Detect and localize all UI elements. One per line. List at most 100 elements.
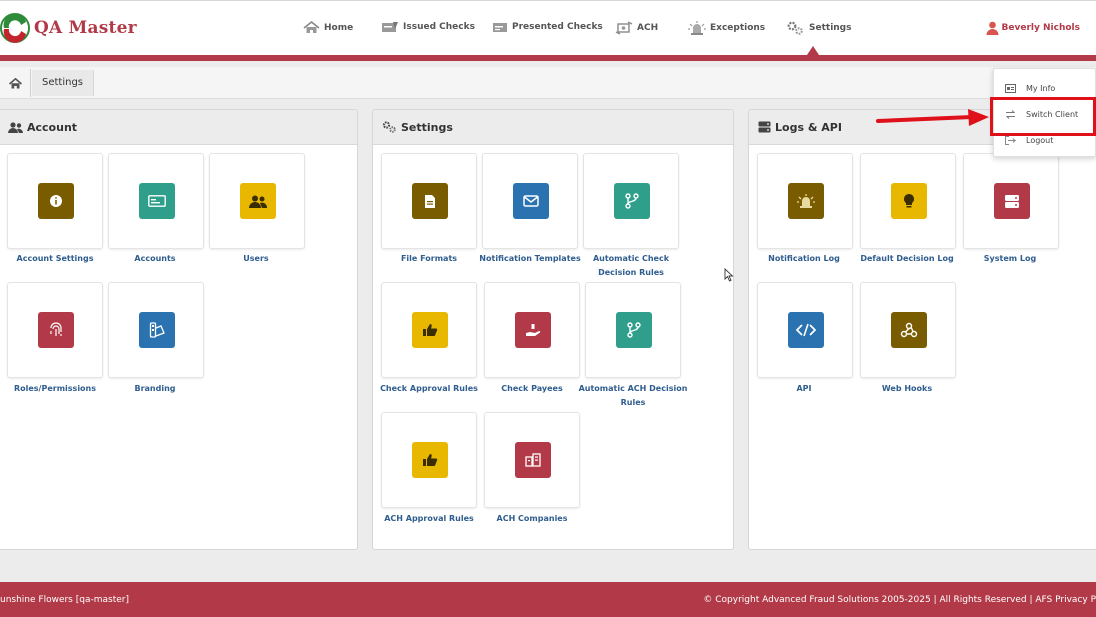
tile-default-decision-log-label[interactable]: Default Decision Log	[852, 252, 962, 266]
nav-exceptions[interactable]: Exceptions	[688, 21, 765, 35]
tile-file-formats[interactable]	[381, 153, 477, 249]
thumbs-up-icon	[412, 312, 448, 348]
nav-home[interactable]: Home	[303, 21, 353, 34]
alarm-icon	[788, 183, 824, 219]
card-icon	[139, 183, 175, 219]
logo[interactable]: QA Master	[0, 13, 137, 43]
nav-issued-checks-label: Issued Checks	[403, 22, 475, 32]
nav-exceptions-label: Exceptions	[710, 23, 766, 33]
tile-check-payees[interactable]	[484, 282, 580, 378]
mouse-cursor-icon	[724, 268, 734, 282]
tile-roles-permissions[interactable]	[7, 282, 103, 378]
tile-check-payees-label[interactable]: Check Payees	[477, 382, 587, 396]
gears-icon	[382, 121, 396, 133]
code-icon	[788, 312, 824, 348]
id-card-icon	[1005, 83, 1016, 93]
nav-ach[interactable]: ACH	[615, 21, 658, 35]
red-arrow-icon	[876, 109, 989, 126]
tile-roles-permissions-label[interactable]: Roles/Permissions	[0, 382, 110, 396]
user-menu[interactable]: Beverly Nichols	[986, 21, 1080, 35]
tile-notification-log[interactable]	[757, 153, 853, 249]
active-nav-indicator	[807, 46, 819, 55]
nav-presented-checks-label: Presented Checks	[512, 22, 603, 32]
tile-automatic-ach-decision-rules[interactable]	[585, 282, 681, 378]
gears-icon	[787, 21, 803, 35]
footer: unshine Flowers [qa-master] © Copyright …	[0, 582, 1096, 617]
users-icon	[8, 121, 23, 133]
tile-check-approval-rules[interactable]	[381, 282, 477, 378]
footer-client-info: unshine Flowers [qa-master]	[0, 595, 129, 605]
top-navbar: QA Master Home Issued Checks Presented C…	[0, 0, 1096, 55]
account-panel-header: Account	[0, 110, 357, 145]
app-name: QA Master	[34, 18, 137, 38]
tile-accounts[interactable]	[108, 153, 204, 249]
tile-ach-companies-label[interactable]: ACH Companies	[477, 512, 587, 526]
nav-settings[interactable]: Settings	[786, 21, 851, 35]
breadcrumb-home[interactable]	[0, 69, 30, 97]
nav-presented-checks[interactable]: Presented Checks	[492, 21, 603, 33]
tile-web-hooks-label[interactable]: Web Hooks	[852, 382, 962, 396]
settings-panel-header: Settings	[373, 110, 733, 145]
tile-ach-companies[interactable]	[484, 412, 580, 508]
lightbulb-icon	[891, 183, 927, 219]
branding-icon	[139, 312, 175, 348]
breadcrumb: Settings	[0, 67, 1096, 99]
ach-icon	[615, 21, 633, 35]
settings-panel-title: Settings	[401, 120, 453, 134]
home-icon	[303, 21, 320, 33]
tile-branding[interactable]	[108, 282, 204, 378]
tile-users[interactable]	[209, 153, 305, 249]
tile-account-settings-label[interactable]: Account Settings	[0, 252, 110, 266]
nav-issued-checks[interactable]: Issued Checks	[381, 21, 475, 33]
presented-checks-icon	[493, 23, 507, 32]
navbar-accent-line	[0, 55, 1096, 61]
tile-web-hooks[interactable]	[860, 282, 956, 378]
info-icon	[38, 183, 74, 219]
logo-icon	[0, 13, 30, 43]
fingerprint-icon	[38, 312, 74, 348]
tile-users-label[interactable]: Users	[201, 252, 311, 266]
footer-copyright: © Copyright Advanced Fraud Solutions 200…	[703, 595, 1096, 605]
tile-automatic-check-decision-rules[interactable]	[583, 153, 679, 249]
envelope-icon	[513, 183, 549, 219]
tile-default-decision-log[interactable]	[860, 153, 956, 249]
server-icon	[758, 121, 771, 133]
tile-system-log[interactable]	[963, 153, 1059, 249]
payee-icon	[515, 312, 551, 348]
tile-file-formats-label[interactable]: File Formats	[374, 252, 484, 266]
logs-api-panel-title: Logs & API	[775, 120, 842, 134]
tile-check-approval-rules-label[interactable]: Check Approval Rules	[374, 382, 484, 396]
file-icon	[412, 183, 448, 219]
tile-accounts-label[interactable]: Accounts	[100, 252, 210, 266]
tile-automatic-check-decision-rules-label[interactable]: Automatic Check Decision Rules	[576, 252, 686, 280]
branch-icon	[614, 183, 650, 219]
switch-client-highlight-box	[990, 97, 1096, 136]
user-name: Beverly Nichols	[1001, 23, 1080, 33]
exceptions-icon	[688, 21, 706, 35]
menu-item-my-info-label: My Info	[1026, 83, 1056, 93]
tile-branding-label[interactable]: Branding	[100, 382, 210, 396]
tile-system-log-label[interactable]: System Log	[955, 252, 1065, 266]
app-root: QA Master Home Issued Checks Presented C…	[0, 0, 1096, 617]
nav-ach-label: ACH	[637, 23, 659, 33]
tile-notification-log-label[interactable]: Notification Log	[749, 252, 859, 266]
breadcrumb-current: Settings	[32, 70, 95, 96]
tile-ach-approval-rules[interactable]	[381, 412, 477, 508]
webhook-icon	[891, 312, 927, 348]
tile-ach-approval-rules-label[interactable]: ACH Approval Rules	[374, 512, 484, 526]
tile-notification-templates-label[interactable]: Notification Templates	[475, 252, 585, 266]
branch-icon	[616, 312, 652, 348]
account-panel-title: Account	[27, 120, 78, 134]
tile-notification-templates[interactable]	[482, 153, 578, 249]
nav-home-label: Home	[324, 22, 354, 33]
tile-automatic-ach-decision-rules-label[interactable]: Automatic ACH Decision Rules	[578, 382, 688, 410]
tile-api-label[interactable]: API	[749, 382, 859, 396]
thumbs-up-icon	[412, 442, 448, 478]
nav-settings-label: Settings	[809, 23, 852, 33]
user-icon	[986, 21, 999, 35]
tile-api[interactable]	[757, 282, 853, 378]
home-icon	[8, 77, 22, 88]
tile-account-settings[interactable]	[7, 153, 103, 249]
users-icon	[240, 183, 276, 219]
server-icon	[994, 183, 1030, 219]
